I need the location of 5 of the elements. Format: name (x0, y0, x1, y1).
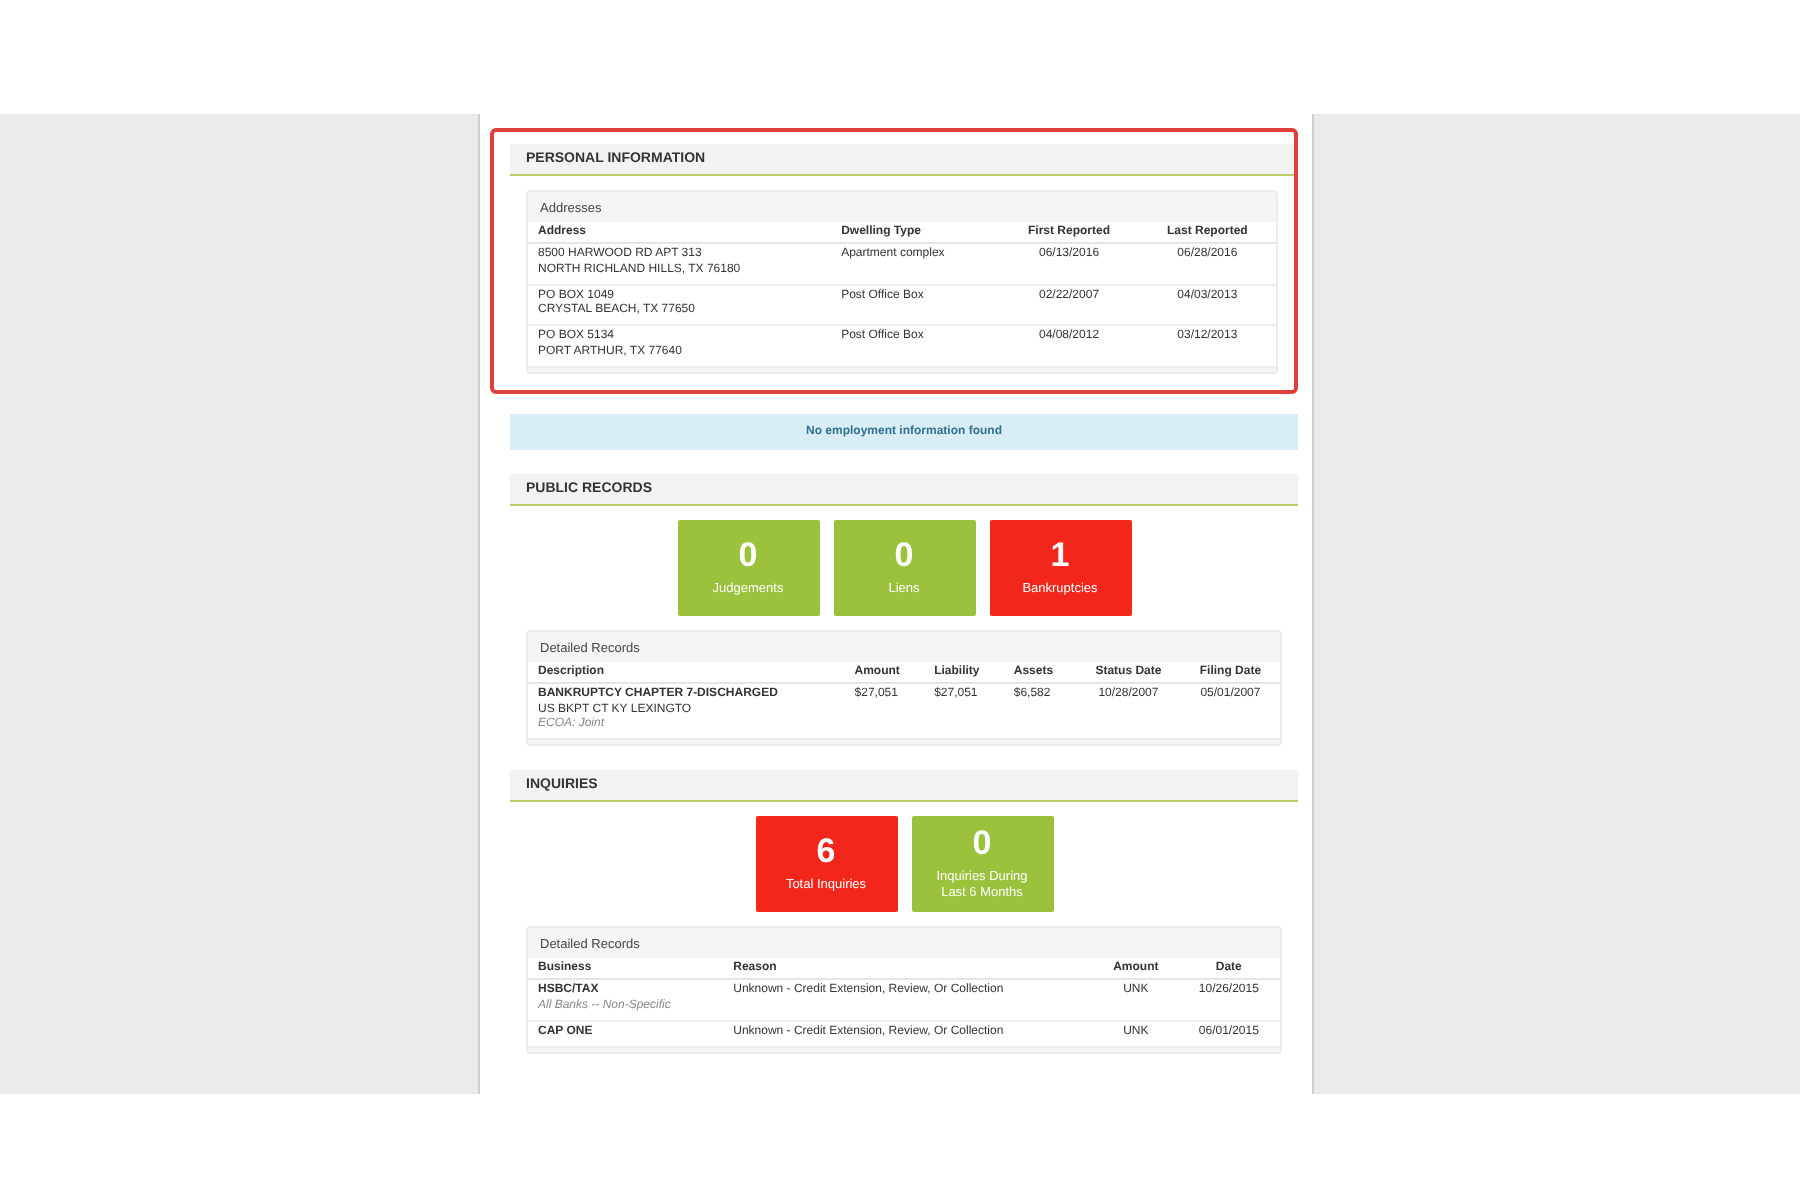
stat-value: 0 (972, 826, 992, 861)
stat-value: 1 (1050, 537, 1070, 572)
stat-value: 6 (816, 834, 836, 869)
stat-value: 0 (894, 537, 914, 572)
stat-value: 0 (738, 537, 758, 572)
